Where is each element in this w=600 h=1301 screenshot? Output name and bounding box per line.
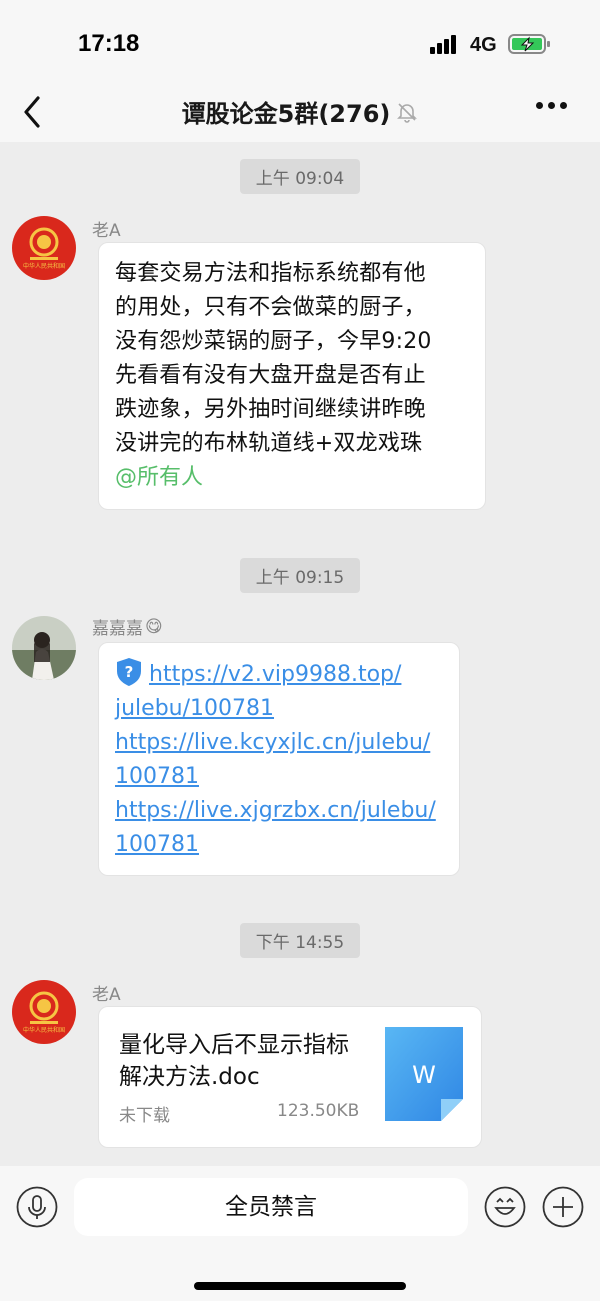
input-bar: 全员禁言 (0, 1166, 600, 1301)
sender-name: 老A (92, 985, 121, 1005)
network-type: 4G (470, 34, 497, 56)
message-text: 每套交易方法和指标系统都有他 的用处，只有不会做菜的厨子， 没有怨炒菜锅的厨子，… (115, 261, 432, 456)
message-link[interactable]: https://live.kcyxjlc.cn/julebu/ (115, 726, 443, 760)
avatar[interactable]: 中华人民共和国 (12, 980, 76, 1044)
message-link[interactable]: https://live.xjgrzbx.cn/julebu/ (115, 794, 443, 828)
all-muted-input: 全员禁言 (74, 1178, 468, 1236)
file-name: 量化导入后不显示指标解决方法.doc (119, 1032, 349, 1090)
mention-all-link[interactable]: @所有人 (115, 461, 469, 495)
nav-bar: 谭股论金5群(276) (0, 88, 600, 142)
home-indicator[interactable] (194, 1282, 406, 1290)
message-timestamp: 下午 14:55 (0, 923, 600, 958)
message-bubble[interactable]: ? https://v2.vip9988.top/ julebu/100781 … (98, 642, 460, 876)
battery-charging-icon (508, 34, 550, 54)
message-link[interactable]: 100781 (115, 760, 443, 794)
message-timestamp: 上午 09:04 (0, 159, 600, 194)
message-timestamp: 上午 09:15 (0, 558, 600, 593)
emoji-icon[interactable] (484, 1186, 526, 1228)
status-time: 17:18 (78, 30, 140, 57)
chat-area[interactable]: 上午 09:04 中华人民共和国 老A 每套交易方法和指标系统都有他 的用处，只… (0, 142, 600, 1166)
avatar-badge-text: 中华人民共和国 (23, 262, 65, 270)
emblem-avatar-icon: 中华人民共和国 (12, 980, 76, 1044)
message-link[interactable]: 100781 (115, 828, 443, 862)
plus-icon[interactable] (542, 1186, 584, 1228)
file-download-status: 未下载 (119, 1106, 170, 1126)
message-link[interactable]: julebu/100781 (115, 692, 443, 726)
file-message-card[interactable]: 量化导入后不显示指标解决方法.doc 未下载 123.50KB W (98, 1006, 482, 1148)
more-options-icon[interactable] (532, 100, 572, 112)
emblem-avatar-icon: 中华人民共和国 (12, 216, 76, 280)
sender-name: 嘉嘉嘉 😋 (92, 616, 163, 640)
chat-title: 谭股论金5群(276) (181, 100, 391, 128)
voice-input-icon[interactable] (16, 1186, 58, 1228)
svg-text:W: W (412, 1061, 436, 1089)
photo-avatar-icon (12, 616, 76, 680)
security-shield-icon: ? (117, 658, 141, 686)
sender-emoji: 😋 (145, 616, 163, 637)
sender-name: 老A (92, 221, 121, 241)
muted-bell-icon (397, 102, 418, 123)
chat-title-container: 谭股论金5群(276) (0, 94, 600, 129)
avatar[interactable] (12, 616, 76, 680)
message-link[interactable]: ? https://v2.vip9988.top/ (115, 657, 443, 692)
svg-text:?: ? (125, 663, 134, 681)
word-document-icon: W (385, 1027, 463, 1121)
signal-icon (430, 34, 462, 54)
message-bubble[interactable]: 每套交易方法和指标系统都有他 的用处，只有不会做菜的厨子， 没有怨炒菜锅的厨子，… (98, 242, 486, 510)
avatar[interactable]: 中华人民共和国 (12, 216, 76, 280)
file-size: 123.50KB (277, 1101, 360, 1121)
status-bar: 17:18 4G (0, 0, 600, 88)
avatar-badge-text: 中华人民共和国 (23, 1026, 65, 1034)
